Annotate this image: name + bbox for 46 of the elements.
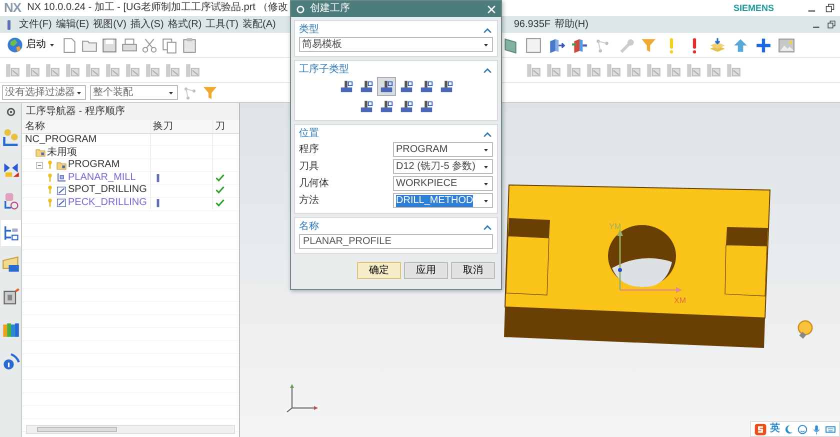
tree-item[interactable]: PROGRAM [68, 159, 120, 172]
column-header: 换刀 [153, 120, 173, 132]
menu-item[interactable]: 视图(V) [93, 18, 126, 30]
column-header: 名称 [25, 120, 45, 132]
dialog-title: 创建工序 [310, 3, 350, 15]
menu-item[interactable]: 编辑(E) [56, 18, 90, 30]
dialog-button[interactable]: 取消 [451, 262, 495, 279]
section-title: 名称 [299, 221, 319, 233]
input-mode-toggle[interactable]: 英 [770, 423, 780, 435]
field-label: 方法 [299, 194, 319, 206]
menu-item[interactable]: 装配(A) [242, 18, 276, 30]
section-title: 位置 [299, 128, 319, 140]
window-title: NX 10.0.0.24 - 加工 - [UG老师制加工工序试验品.prt （修改 [27, 2, 288, 14]
start-button[interactable]: 启动 [4, 36, 58, 54]
tree-item[interactable]: 未用项 [47, 146, 77, 159]
field-dropdown[interactable]: D12 (铣刀-5 参数) [393, 159, 493, 174]
dialog-button[interactable]: 应用 [404, 262, 448, 279]
menu-item[interactable]: 工具(T) [206, 18, 238, 30]
dialog-button[interactable]: 确定 [357, 262, 401, 279]
tree-item[interactable]: NC_PROGRAM [25, 134, 97, 146]
brand-name: SIEMENS [733, 2, 774, 14]
field-label: 程序 [299, 144, 319, 156]
name-field[interactable]: PLANAR_PROFILE [299, 234, 493, 249]
menu-item[interactable]: 格式(R) [168, 18, 202, 30]
menu-item[interactable]: 帮助(H) [554, 18, 588, 30]
section-title: 工序子类型 [299, 64, 349, 76]
column-header: 刀 [215, 120, 225, 132]
navigator-title: 工序导航器 - 程序顺序 [22, 103, 239, 120]
field-dropdown[interactable]: WORKPIECE [393, 176, 493, 191]
section-title: 类型 [299, 24, 319, 36]
tree-item[interactable]: SPOT_DRILLING [68, 184, 147, 196]
menu-item[interactable]: 96.935F [514, 18, 551, 30]
app-logo: NX [4, 0, 22, 16]
axis-label: XM [674, 296, 686, 305]
field-dropdown[interactable]: PROGRAM [393, 142, 493, 157]
field-label: 几何体 [299, 178, 329, 190]
menu-item[interactable]: 插入(S) [130, 18, 164, 30]
type-dropdown[interactable]: 简易模板 [299, 37, 493, 52]
field-dropdown[interactable]: DRILL_METHOD [393, 193, 493, 208]
tree-item[interactable]: PECK_DRILLING [68, 196, 147, 209]
axis-label: YM [609, 222, 621, 231]
menu-item[interactable]: 文件(F) [19, 18, 52, 30]
field-label: 刀具 [299, 160, 319, 172]
filter-dropdown[interactable]: 整个装配 [90, 85, 178, 100]
filter-dropdown[interactable]: 没有选择过滤器 [2, 85, 86, 100]
tree-item[interactable]: PLANAR_MILL [68, 172, 136, 184]
